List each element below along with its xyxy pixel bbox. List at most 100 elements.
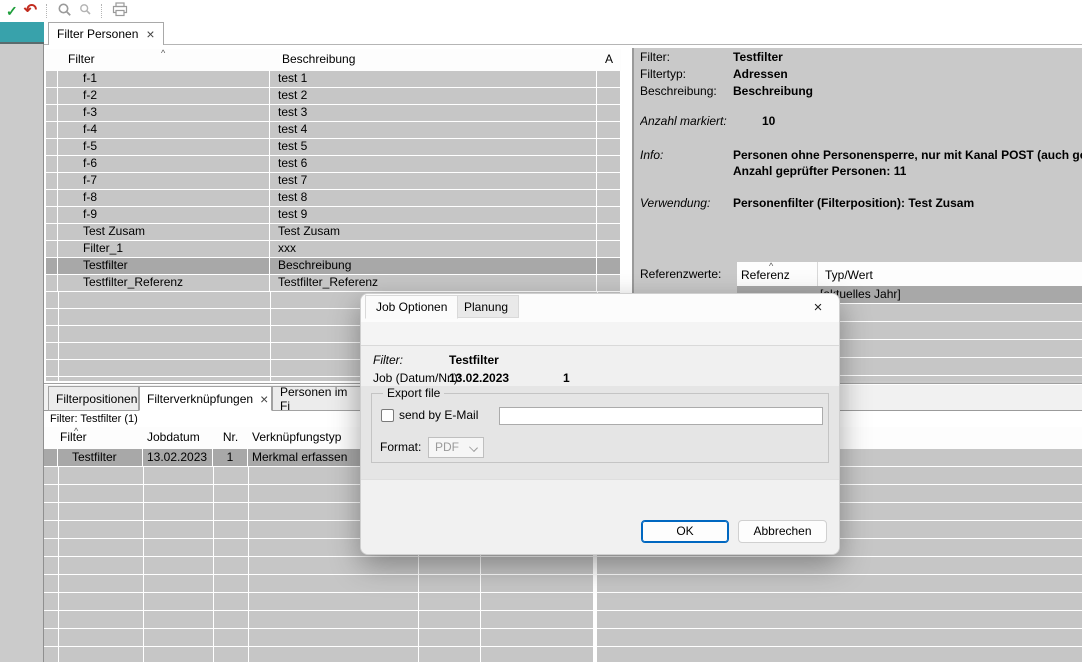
cell-filter: Filter_1: [58, 241, 270, 258]
dialog-filter-verknuepfen: ⚙ Filter verknüpfen × Job Optionen Planu…: [360, 293, 840, 555]
table-row[interactable]: f-3test 3: [46, 105, 621, 122]
cell-filter: f-5: [58, 139, 270, 156]
detail-value: Beschreibung: [733, 84, 813, 98]
grid-line: [58, 467, 59, 662]
detail-label: Info:: [640, 148, 663, 162]
tab-personen-im-filter[interactable]: Personen im Fi: [272, 386, 368, 411]
cancel-button[interactable]: Abbrechen: [738, 520, 827, 543]
tab-label: Personen im Fi: [280, 385, 360, 413]
cell-beschreibung: test 5: [270, 139, 597, 156]
toolbar-separator: [101, 4, 103, 18]
table-row[interactable]: f-2test 2: [46, 88, 621, 105]
format-dropdown[interactable]: PDF: [428, 437, 484, 458]
ok-button[interactable]: OK: [641, 520, 729, 543]
grid-line: [58, 292, 59, 381]
format-label: Format:: [380, 440, 421, 454]
column-header-nr[interactable]: Nr.: [213, 427, 248, 449]
table-row[interactable]: f-6test 6: [46, 156, 621, 173]
cell-filter: f-9: [58, 207, 270, 224]
cell-beschreibung: test 8: [270, 190, 597, 207]
cell-beschreibung: test 9: [270, 207, 597, 224]
table-row[interactable]: f-5test 5: [46, 139, 621, 156]
cell-jobdatum: 13.02.2023: [143, 449, 213, 467]
tab-filterpositionen[interactable]: Filterpositionen: [48, 386, 139, 411]
cell-beschreibung: test 2: [270, 88, 597, 105]
table-row[interactable]: Testfilter_ReferenzTestfilter_Referenz: [46, 275, 621, 292]
table-row[interactable]: f-7test 7: [46, 173, 621, 190]
undo-icon[interactable]: ↶: [24, 4, 37, 18]
print-icon[interactable]: [112, 2, 128, 20]
tab-label: Filter Personen: [57, 27, 138, 41]
format-value: PDF: [435, 440, 459, 454]
confirm-icon[interactable]: ✓: [6, 3, 18, 20]
table-row[interactable]: f-4test 4: [46, 122, 621, 139]
zoom-icon[interactable]: [57, 2, 73, 21]
cell-filter: Testfilter: [58, 258, 270, 275]
sort-asc-icon: ^: [769, 262, 773, 270]
close-icon[interactable]: ×: [260, 393, 268, 405]
detail-value: Personen ohne Personensperre, nur mit Ka…: [733, 148, 1082, 162]
table-row-selected[interactable]: TestfilterBeschreibung: [46, 258, 621, 275]
cell-filter: f-8: [58, 190, 270, 207]
zoom-small-icon[interactable]: [79, 3, 92, 19]
cell-filter: f-7: [58, 173, 270, 190]
detail-label: Filter:: [640, 50, 670, 64]
detail-value: Personenfilter (Filterposition): Test Zu…: [733, 196, 974, 210]
dialog-filter-label: Filter:: [373, 353, 403, 367]
gutter-header: [46, 49, 58, 71]
filter-table-body: f-1test 1 f-2test 2 f-3test 3 f-4test 4 …: [46, 71, 621, 292]
tab-filter-personen[interactable]: Filter Personen ×: [48, 22, 164, 45]
tab-label: Filterpositionen: [56, 392, 137, 406]
column-header-jobdatum[interactable]: Jobdatum: [143, 427, 213, 449]
cell-beschreibung: test 7: [270, 173, 597, 190]
cell-beschreibung: test 1: [270, 71, 597, 88]
cell-beschreibung: Beschreibung: [270, 258, 597, 275]
tab-planung[interactable]: Planung: [453, 295, 519, 318]
cell-filter: f-3: [58, 105, 270, 122]
column-header-typwert[interactable]: Typ/Wert: [825, 268, 873, 282]
detail-label: Verwendung:: [640, 196, 710, 210]
toolbar: ✓ ↶: [0, 0, 1082, 22]
dialog-job-date: 13.02.2023: [449, 371, 509, 385]
filter-table-header: Filter Beschreibung A ^: [46, 49, 621, 71]
table-row[interactable]: f-8test 8: [46, 190, 621, 207]
cell-nr: 1: [213, 449, 248, 467]
table-row[interactable]: f-1test 1: [46, 71, 621, 88]
groupbox-title: Export file: [383, 386, 444, 400]
cell-beschreibung: test 4: [270, 122, 597, 139]
column-header-beschreibung[interactable]: Beschreibung: [270, 49, 597, 71]
sidebar: [0, 22, 44, 662]
tab-job-optionen[interactable]: Job Optionen: [365, 295, 458, 319]
column-header-filter[interactable]: Filter: [58, 427, 143, 449]
detail-label: Beschreibung:: [640, 84, 717, 98]
dialog-footer: [361, 479, 839, 555]
send-email-checkbox[interactable]: [381, 409, 394, 422]
dialog-job-nr: 1: [563, 371, 570, 385]
cell-filter: f-2: [58, 88, 270, 105]
grid-line: [817, 262, 818, 286]
close-icon[interactable]: ×: [805, 298, 831, 319]
tab-label: Planung: [464, 300, 508, 314]
sidebar-selected-item[interactable]: [0, 22, 44, 44]
dialog-tabstrip: [361, 322, 839, 346]
close-icon[interactable]: ×: [146, 28, 154, 40]
app-window: ✓ ↶ Filter Personen × Filter Beschreibun…: [0, 0, 1082, 662]
email-input[interactable]: [499, 407, 823, 425]
chevron-down-icon: [469, 443, 478, 452]
cell-filter: f-1: [58, 71, 270, 88]
table-row[interactable]: f-9test 9: [46, 207, 621, 224]
tabstrip-line: [44, 44, 1082, 45]
grid-line: [143, 467, 144, 662]
referenz-table-header: Referenz ^ Typ/Wert: [737, 262, 1082, 286]
column-header-referenz[interactable]: Referenz: [741, 268, 790, 282]
table-row[interactable]: Test ZusamTest Zusam: [46, 224, 621, 241]
table-row[interactable]: Filter_1xxx: [46, 241, 621, 258]
dialog-job-label: Job (Datum/Nr.):: [373, 371, 461, 385]
sort-asc-icon: ^: [161, 49, 165, 57]
cell-beschreibung: xxx: [270, 241, 597, 258]
referenzwerte-label: Referenzwerte:: [640, 267, 721, 281]
cell-beschreibung: test 3: [270, 105, 597, 122]
column-header-a[interactable]: A: [597, 49, 621, 71]
detail-value: Adressen: [733, 67, 788, 81]
tab-filterverknuepfungen[interactable]: Filterverknüpfungen ×: [139, 386, 272, 411]
